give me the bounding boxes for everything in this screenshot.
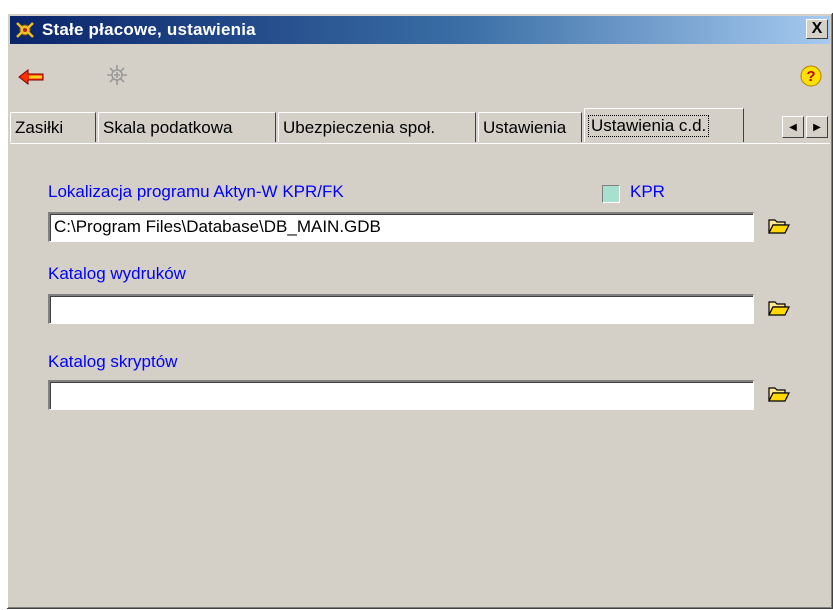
tab-label: Ustawienia c.d. bbox=[587, 114, 710, 137]
settings-window: Stałe płacowe, ustawienia X ? Zasiłki Sk… bbox=[6, 12, 832, 608]
tab-ustawienia-cd[interactable]: Ustawienia c.d. bbox=[584, 108, 744, 142]
folder-open-icon bbox=[768, 387, 790, 402]
help-button[interactable]: ? bbox=[796, 61, 826, 91]
tab-scroll-left-button[interactable]: ◀ bbox=[782, 116, 804, 138]
location-browse-button[interactable] bbox=[768, 217, 792, 239]
printouts-label: Katalog wydruków bbox=[48, 264, 186, 283]
kpr-checkbox[interactable] bbox=[602, 185, 620, 203]
close-button[interactable]: X bbox=[806, 19, 828, 39]
bug-icon bbox=[107, 65, 127, 85]
toolbar: ? bbox=[10, 48, 830, 106]
scripts-browse-button[interactable] bbox=[768, 385, 792, 407]
printouts-input[interactable] bbox=[48, 294, 754, 324]
location-label: Lokalizacja programu Aktyn-W KPR/FK bbox=[48, 182, 344, 201]
app-icon bbox=[14, 19, 36, 41]
tab-zasilki[interactable]: Zasiłki bbox=[10, 112, 96, 142]
kpr-label: KPR bbox=[630, 182, 665, 201]
help-icon: ? bbox=[800, 65, 822, 87]
scripts-input[interactable] bbox=[48, 380, 754, 410]
chevron-right-icon: ▶ bbox=[813, 121, 821, 133]
tab-label: Ubezpieczenia społ. bbox=[283, 117, 436, 137]
chevron-left-icon: ◀ bbox=[789, 121, 797, 133]
tool-button[interactable] bbox=[102, 60, 132, 90]
tab-panel: Lokalizacja programu Aktyn-W KPR/FK KPR … bbox=[10, 143, 830, 606]
tab-skala-podatkowa[interactable]: Skala podatkowa bbox=[98, 112, 276, 142]
arrow-left-icon bbox=[18, 69, 44, 85]
tab-ubezpieczenia[interactable]: Ubezpieczenia społ. bbox=[278, 112, 476, 142]
tab-strip: Zasiłki Skala podatkowa Ubezpieczenia sp… bbox=[10, 108, 830, 144]
tab-label: Zasiłki bbox=[15, 117, 64, 137]
back-button[interactable] bbox=[16, 62, 46, 92]
tab-label: Ustawienia bbox=[483, 117, 567, 137]
tab-label: Skala podatkowa bbox=[103, 117, 233, 137]
svg-text:?: ? bbox=[806, 68, 815, 85]
close-icon: X bbox=[811, 20, 823, 37]
tab-ustawienia[interactable]: Ustawienia bbox=[478, 112, 582, 142]
printouts-browse-button[interactable] bbox=[768, 299, 792, 321]
tab-scroll-right-button[interactable]: ▶ bbox=[806, 116, 828, 138]
window-title: Stałe płacowe, ustawienia bbox=[42, 20, 256, 39]
folder-open-icon bbox=[768, 219, 790, 234]
location-input[interactable]: C:\Program Files\Database\DB_MAIN.GDB bbox=[48, 212, 754, 242]
folder-open-icon bbox=[768, 301, 790, 316]
scripts-label: Katalog skryptów bbox=[48, 352, 178, 371]
title-bar[interactable]: Stałe płacowe, ustawienia X bbox=[10, 16, 830, 44]
